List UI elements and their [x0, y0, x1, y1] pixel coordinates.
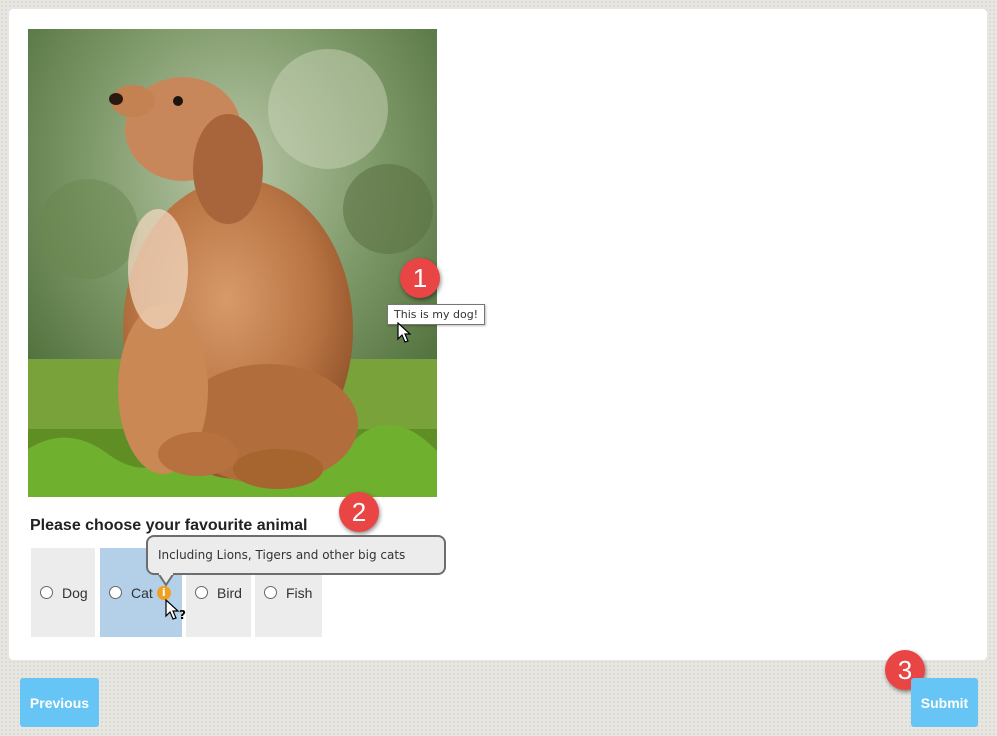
submit-button[interactable]: Submit — [911, 678, 978, 727]
radio-cat[interactable] — [109, 586, 122, 599]
previous-button[interactable]: Previous — [20, 678, 99, 727]
option-label-fish: Fish — [286, 584, 313, 601]
info-tooltip: Including Lions, Tigers and other big ca… — [146, 535, 446, 587]
arrow-cursor-icon — [397, 322, 412, 343]
option-label-bird: Bird — [217, 584, 242, 601]
tooltip-tail — [158, 573, 175, 587]
option-label-dog: Dog — [62, 584, 88, 601]
radio-bird[interactable] — [195, 586, 208, 599]
question-title: Please choose your favourite animal — [30, 517, 308, 534]
callout-badge-2: 2 — [339, 492, 379, 532]
radio-fish[interactable] — [264, 586, 277, 599]
dog-illustration — [28, 29, 437, 497]
info-tooltip-text: Including Lions, Tigers and other big ca… — [158, 548, 406, 562]
help-cursor-mark: ? — [179, 608, 186, 622]
dog-photo — [28, 29, 437, 497]
radio-dog[interactable] — [40, 586, 53, 599]
option-dog[interactable]: Dog — [31, 548, 95, 637]
callout-badge-1: 1 — [400, 258, 440, 298]
info-icon[interactable]: i — [156, 585, 171, 600]
option-label-cat: Cat — [131, 584, 153, 601]
